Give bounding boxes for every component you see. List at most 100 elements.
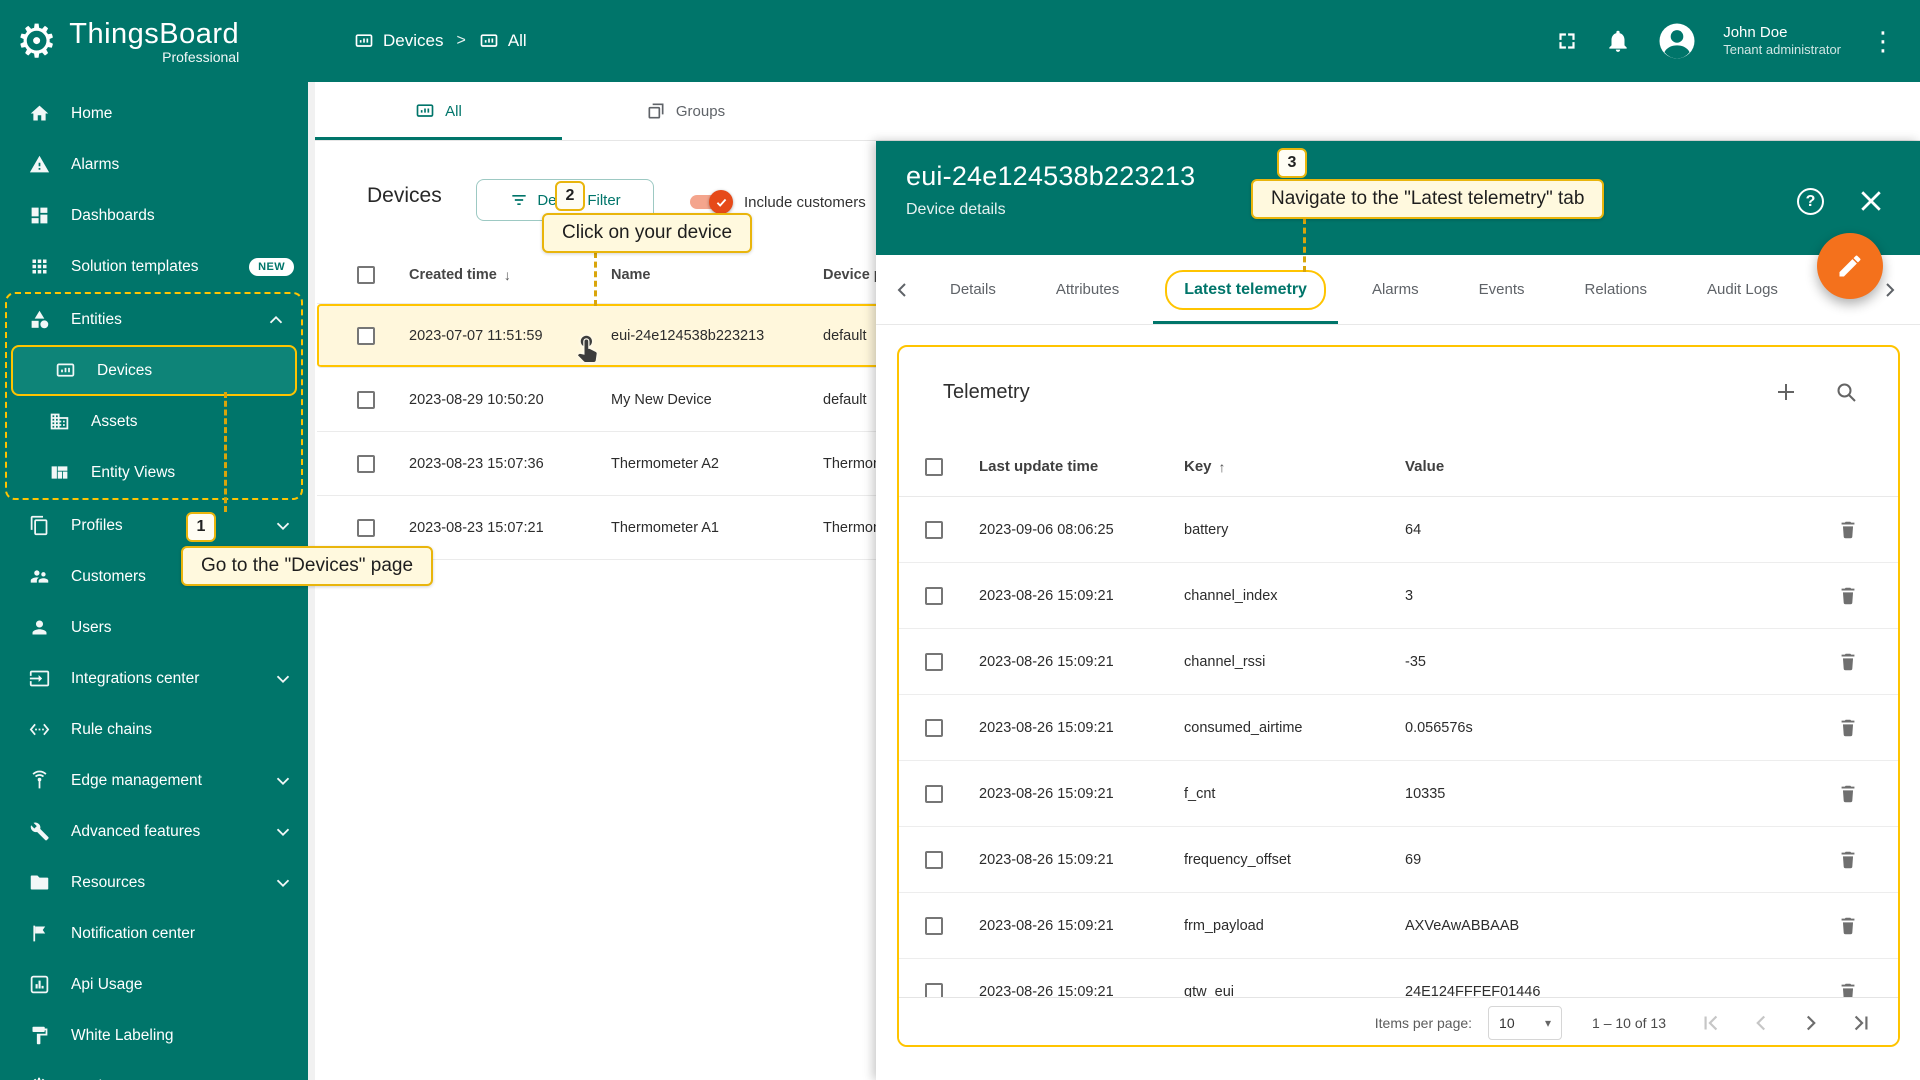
row-checkbox[interactable] <box>925 718 943 737</box>
close-icon[interactable] <box>1856 186 1886 216</box>
tab-alarms[interactable]: Alarms <box>1342 255 1449 324</box>
sidebar-item-edge-management[interactable]: Edge management <box>0 755 308 806</box>
table-row[interactable]: 2023-08-26 15:09:21 consumed_airtime 0.0… <box>899 695 1898 761</box>
breadcrumb: Devices > All <box>354 31 527 51</box>
column-key[interactable]: Key ↑ <box>1184 458 1405 475</box>
tab-latest-telemetry[interactable]: Latest telemetry <box>1149 255 1342 324</box>
new-badge: NEW <box>249 257 294 276</box>
chevron-down-icon <box>272 668 294 690</box>
table-row[interactable]: 2023-08-26 15:09:21 channel_index 3 <box>899 563 1898 629</box>
items-per-page-select[interactable]: 10 ▾ <box>1488 1005 1563 1040</box>
tab-relations[interactable]: Relations <box>1554 255 1677 324</box>
name-cell: My New Device <box>611 391 712 408</box>
previous-page-icon[interactable] <box>1748 1010 1774 1036</box>
caret-down-icon: ▾ <box>1545 1015 1552 1030</box>
row-checkbox[interactable] <box>357 518 375 537</box>
row-checkbox[interactable] <box>925 520 943 539</box>
sidebar-item-white-labeling[interactable]: White Labeling <box>0 1010 308 1061</box>
sidebar-item-home[interactable]: Home <box>0 88 308 139</box>
edit-fab-button[interactable] <box>1817 233 1883 299</box>
table-row[interactable]: 2023-09-06 08:06:25 battery 64 <box>899 497 1898 563</box>
callout-label: Navigate to the "Latest telemetry" tab <box>1251 179 1605 219</box>
drawer-tabs: Details Attributes Latest telemetry Alar… <box>876 255 1920 325</box>
sidebar-item-alarms[interactable]: Alarms <box>0 139 308 190</box>
row-checkbox[interactable] <box>925 982 943 997</box>
delete-icon[interactable] <box>1837 849 1859 871</box>
time-cell: 2023-09-06 08:06:25 <box>979 521 1114 538</box>
row-checkbox[interactable] <box>357 390 375 409</box>
breadcrumb-all[interactable]: All <box>479 31 527 51</box>
sidebar-item-notification-center[interactable]: Notification center <box>0 908 308 959</box>
tab-all[interactable]: All <box>315 82 562 140</box>
table-row[interactable]: 2023-08-26 15:09:21 frequency_offset 69 <box>899 827 1898 893</box>
column-value[interactable]: Value <box>1405 458 1820 475</box>
row-checkbox[interactable] <box>925 652 943 671</box>
sidebar-item-settings[interactable]: ⚙ Settings <box>0 1061 308 1080</box>
tab-events[interactable]: Events <box>1449 255 1555 324</box>
key-cell: frm_payload <box>1184 917 1264 934</box>
thingsboard-logo[interactable]: ⚙ ThingsBoard Professional <box>0 18 308 65</box>
sidebar-item-entity-views[interactable]: Entity Views <box>7 447 301 498</box>
select-all-checkbox[interactable] <box>925 457 943 476</box>
tabs-scroll-left-icon[interactable] <box>886 273 920 307</box>
row-checkbox[interactable] <box>925 850 943 869</box>
row-checkbox[interactable] <box>925 586 943 605</box>
next-page-icon[interactable] <box>1798 1010 1824 1036</box>
sidebar-item-entities[interactable]: Entities <box>7 294 301 345</box>
table-row[interactable]: 2023-08-26 15:09:21 frm_payload AXVeAwAB… <box>899 893 1898 959</box>
sidebar-item-rule-chains[interactable]: Rule chains <box>0 704 308 755</box>
help-icon[interactable]: ? <box>1797 188 1824 215</box>
filter-icon <box>512 195 526 205</box>
fullscreen-icon[interactable] <box>1554 28 1580 54</box>
kebab-menu-icon[interactable]: ⋮ <box>1866 28 1900 54</box>
delete-icon[interactable] <box>1837 519 1859 541</box>
column-created-time[interactable]: Created time ↓ <box>409 267 611 283</box>
sidebar-item-resources[interactable]: Resources <box>0 857 308 908</box>
sidebar-item-dashboards[interactable]: Dashboards <box>0 190 308 241</box>
user-info[interactable]: John Doe Tenant administrator <box>1723 23 1841 59</box>
last-page-icon[interactable] <box>1848 1010 1874 1036</box>
sidebar-item-assets[interactable]: Assets <box>7 396 301 447</box>
notifications-bell-icon[interactable] <box>1605 28 1631 54</box>
delete-icon[interactable] <box>1837 981 1859 997</box>
delete-icon[interactable] <box>1837 651 1859 673</box>
search-icon[interactable] <box>1834 380 1858 404</box>
first-page-icon[interactable] <box>1698 1010 1724 1036</box>
sidebar-item-profiles[interactable]: Profiles <box>0 500 308 551</box>
callout-step-number: 1 <box>186 512 216 542</box>
select-all-checkbox[interactable] <box>357 265 375 284</box>
delete-icon[interactable] <box>1837 915 1859 937</box>
chevron-down-icon <box>272 770 294 792</box>
delete-icon[interactable] <box>1837 585 1859 607</box>
column-name[interactable]: Name <box>611 267 823 283</box>
sidebar-item-advanced-features[interactable]: Advanced features <box>0 806 308 857</box>
sidebar-item-integrations-center[interactable]: Integrations center <box>0 653 308 704</box>
delete-icon[interactable] <box>1837 783 1859 805</box>
delete-icon[interactable] <box>1837 717 1859 739</box>
tab-attributes[interactable]: Attributes <box>1026 255 1149 324</box>
time-cell: 2023-08-26 15:09:21 <box>979 653 1114 670</box>
sidebar-item-users[interactable]: Users <box>0 602 308 653</box>
column-last-update-time[interactable]: Last update time <box>979 458 1184 475</box>
row-checkbox[interactable] <box>357 454 375 473</box>
row-checkbox[interactable] <box>925 784 943 803</box>
key-cell: channel_index <box>1184 587 1278 604</box>
sidebar-item-solution-templates[interactable]: Solution templates NEW <box>0 241 308 292</box>
tab-audit-logs[interactable]: Audit Logs <box>1677 255 1808 324</box>
tab-details[interactable]: Details <box>920 255 1026 324</box>
value-cell: 10335 <box>1405 785 1446 802</box>
sidebar-item-devices[interactable]: Devices <box>11 345 297 396</box>
value-cell: 0.056576s <box>1405 719 1473 736</box>
gear-icon: ⚙ <box>27 1076 51 1080</box>
tab-groups[interactable]: Groups <box>562 82 809 140</box>
row-checkbox[interactable] <box>357 326 375 345</box>
row-checkbox[interactable] <box>925 916 943 935</box>
table-row[interactable]: 2023-08-26 15:09:21 f_cnt 10335 <box>899 761 1898 827</box>
include-customers-toggle[interactable] <box>690 190 733 214</box>
avatar[interactable] <box>1656 20 1698 62</box>
breadcrumb-devices[interactable]: Devices <box>354 31 443 51</box>
table-row[interactable]: 2023-08-26 15:09:21 channel_rssi -35 <box>899 629 1898 695</box>
sidebar-item-api-usage[interactable]: Api Usage <box>0 959 308 1010</box>
add-telemetry-icon[interactable] <box>1774 380 1798 404</box>
table-row-partial[interactable]: 2023-08-26 15:09:21 gtw_eui 24E124FFFEF0… <box>899 959 1898 997</box>
